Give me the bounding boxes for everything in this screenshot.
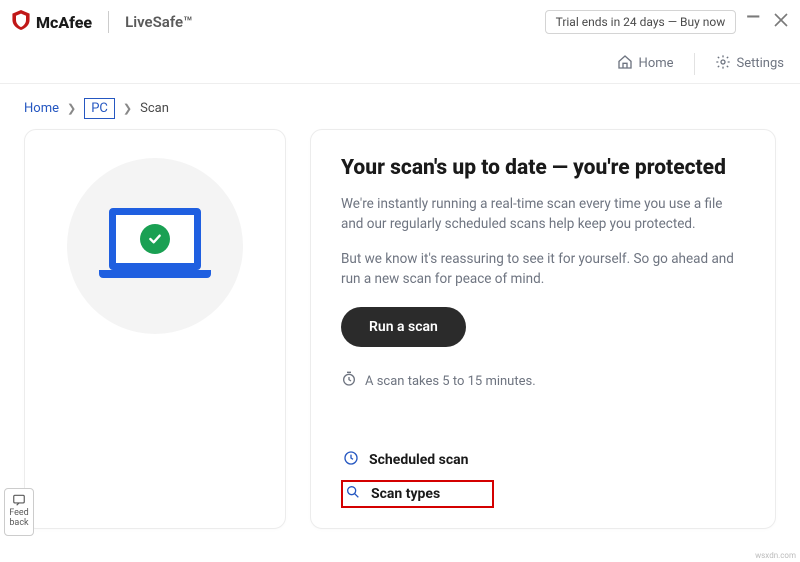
run-scan-button[interactable]: Run a scan <box>341 307 466 347</box>
illustration-card <box>24 129 286 529</box>
checkmark-icon <box>140 224 170 254</box>
chevron-right-icon: ❯ <box>123 102 132 115</box>
nav-divider <box>694 53 695 75</box>
titlebar: McAfee LiveSafe™ Trial ends in 24 days —… <box>0 0 800 44</box>
nav-settings-label: Settings <box>737 56 784 71</box>
feedback-label-2: back <box>7 519 31 529</box>
breadcrumb-home[interactable]: Home <box>24 101 59 116</box>
product-name: LiveSafe™ <box>125 13 192 31</box>
brand-name: McAfee <box>36 13 92 32</box>
trial-buy-button[interactable]: Trial ends in 24 days — Buy now <box>545 10 737 34</box>
window-controls: — <box>746 13 788 31</box>
content-area: Your scan's up to date — you're protecte… <box>0 129 800 553</box>
page-heading: Your scan's up to date — you're protecte… <box>341 156 745 180</box>
breadcrumb: Home ❯ PC ❯ Scan <box>0 84 800 129</box>
scan-duration-hint: A scan takes 5 to 15 minutes. <box>341 371 745 391</box>
scan-types-link[interactable]: Scan types <box>341 480 494 508</box>
minimize-button[interactable]: — <box>746 9 760 27</box>
home-icon <box>617 54 633 74</box>
nav-settings-button[interactable]: Settings <box>715 54 784 74</box>
illustration-circle <box>67 158 243 334</box>
gear-icon <box>715 54 731 74</box>
close-button[interactable] <box>774 13 788 31</box>
top-navbar: Home Settings <box>0 44 800 84</box>
scan-status-card: Your scan's up to date — you're protecte… <box>310 129 776 529</box>
laptop-icon <box>99 208 211 284</box>
breadcrumb-scan: Scan <box>140 101 169 116</box>
clock-icon <box>343 450 359 470</box>
feedback-icon <box>7 493 31 507</box>
search-icon <box>345 484 361 504</box>
brand: McAfee LiveSafe™ <box>12 10 193 34</box>
brand-divider <box>108 11 109 33</box>
scan-types-label: Scan types <box>371 486 440 502</box>
chevron-right-icon: ❯ <box>67 102 76 115</box>
hint-text: A scan takes 5 to 15 minutes. <box>365 374 536 389</box>
description-1: We're instantly running a real-time scan… <box>341 194 745 235</box>
nav-home-button[interactable]: Home <box>617 54 674 74</box>
scheduled-scan-link[interactable]: Scheduled scan <box>341 446 745 474</box>
bottom-links: Scheduled scan Scan types <box>341 446 745 508</box>
breadcrumb-pc[interactable]: PC <box>84 98 115 119</box>
timer-icon <box>341 371 357 391</box>
scheduled-scan-label: Scheduled scan <box>369 452 469 468</box>
feedback-tab[interactable]: Feed back <box>4 488 34 536</box>
nav-home-label: Home <box>639 56 674 71</box>
watermark: wsxdn.com <box>755 551 796 560</box>
mcafee-shield-icon <box>12 10 30 34</box>
description-2: But we know it's reassuring to see it fo… <box>341 249 745 290</box>
